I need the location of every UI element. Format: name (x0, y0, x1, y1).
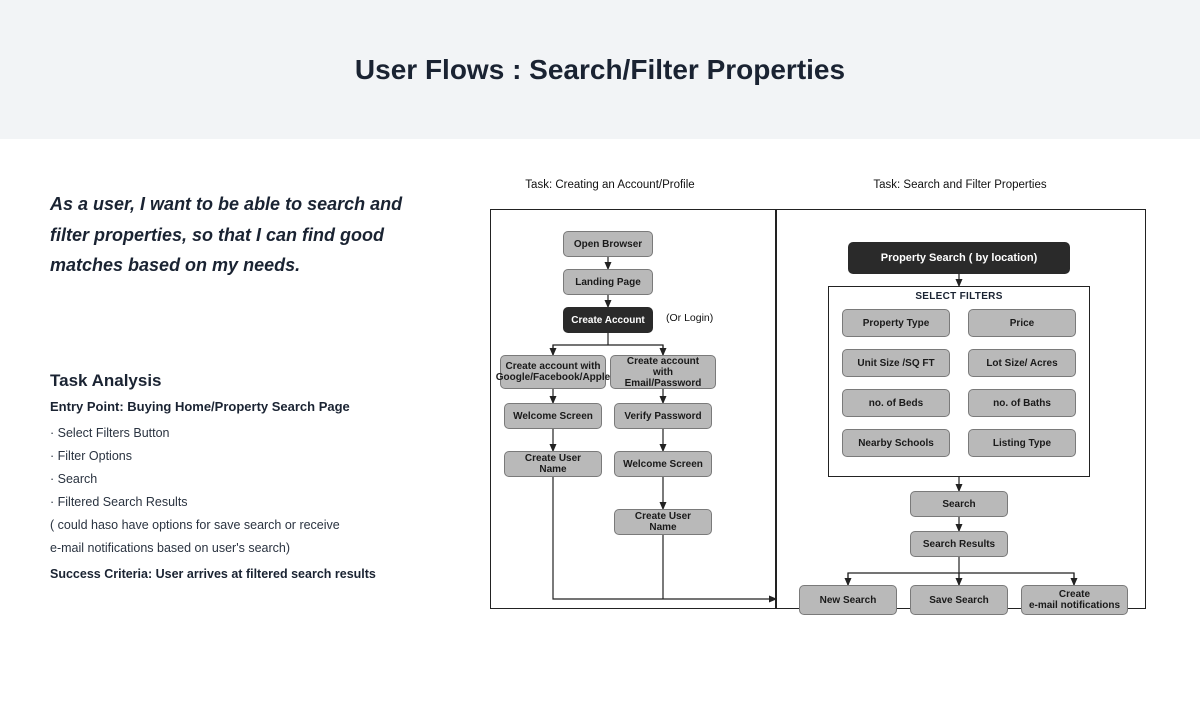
content-area: As a user, I want to be able to search a… (0, 139, 1200, 606)
bullet-item: Search (50, 468, 440, 491)
user-story: As a user, I want to be able to search a… (50, 189, 440, 281)
note-line2: e-mail notifications based on user's sea… (50, 537, 440, 560)
box-notifications: Create e-mail notifications (1021, 585, 1128, 615)
box-open-browser: Open Browser (563, 231, 653, 257)
box-save-search: Save Search (910, 585, 1008, 615)
filter-beds: no. of Beds (842, 389, 950, 417)
note-line1: ( could haso have options for save searc… (50, 514, 440, 537)
filter-schools: Nearby Schools (842, 429, 950, 457)
box-username2: Create User Name (614, 509, 712, 535)
left-column: As a user, I want to be able to search a… (50, 189, 440, 586)
filter-lot-size: Lot Size/ Acres (968, 349, 1076, 377)
box-welcome1: Welcome Screen (504, 403, 602, 429)
page-title: User Flows : Search/Filter Properties (355, 54, 845, 86)
flow-diagram: Task: Creating an Account/Profile Open B… (470, 189, 1150, 586)
bullet-item: Filter Options (50, 445, 440, 468)
bullet-item: Filtered Search Results (50, 491, 440, 514)
box-verify: Verify Password (614, 403, 712, 429)
box-search: Search (910, 491, 1008, 517)
entry-point: Entry Point: Buying Home/Property Search… (50, 399, 440, 414)
filters-label: SELECT FILTERS (828, 291, 1090, 302)
box-username1: Create User Name (504, 451, 602, 477)
filter-property-type: Property Type (842, 309, 950, 337)
task-analysis: Task Analysis Entry Point: Buying Home/P… (50, 371, 440, 586)
box-landing-page: Landing Page (563, 269, 653, 295)
box-create-account: Create Account (563, 307, 653, 333)
success-criteria: Success Criteria: User arrives at filter… (50, 563, 440, 586)
box-new-search: New Search (799, 585, 897, 615)
task-analysis-heading: Task Analysis (50, 371, 440, 391)
box-property-search: Property Search ( by location) (848, 242, 1070, 274)
task-bullets: Select Filters Button Filter Options Sea… (50, 422, 440, 515)
flow1-title: Task: Creating an Account/Profile (510, 179, 710, 191)
filter-unit-size: Unit Size /SQ FT (842, 349, 950, 377)
filter-baths: no. of Baths (968, 389, 1076, 417)
box-social-auth: Create account with Google/Facebook/Appl… (500, 355, 606, 389)
or-login-annot: (Or Login) (666, 312, 713, 324)
filter-listing: Listing Type (968, 429, 1076, 457)
bullet-item: Select Filters Button (50, 422, 440, 445)
box-email-auth: Create account with Email/Password (610, 355, 716, 389)
box-search-results: Search Results (910, 531, 1008, 557)
flow2-title: Task: Search and Filter Properties (860, 179, 1060, 191)
page-header: User Flows : Search/Filter Properties (0, 0, 1200, 139)
box-welcome2: Welcome Screen (614, 451, 712, 477)
filter-price: Price (968, 309, 1076, 337)
